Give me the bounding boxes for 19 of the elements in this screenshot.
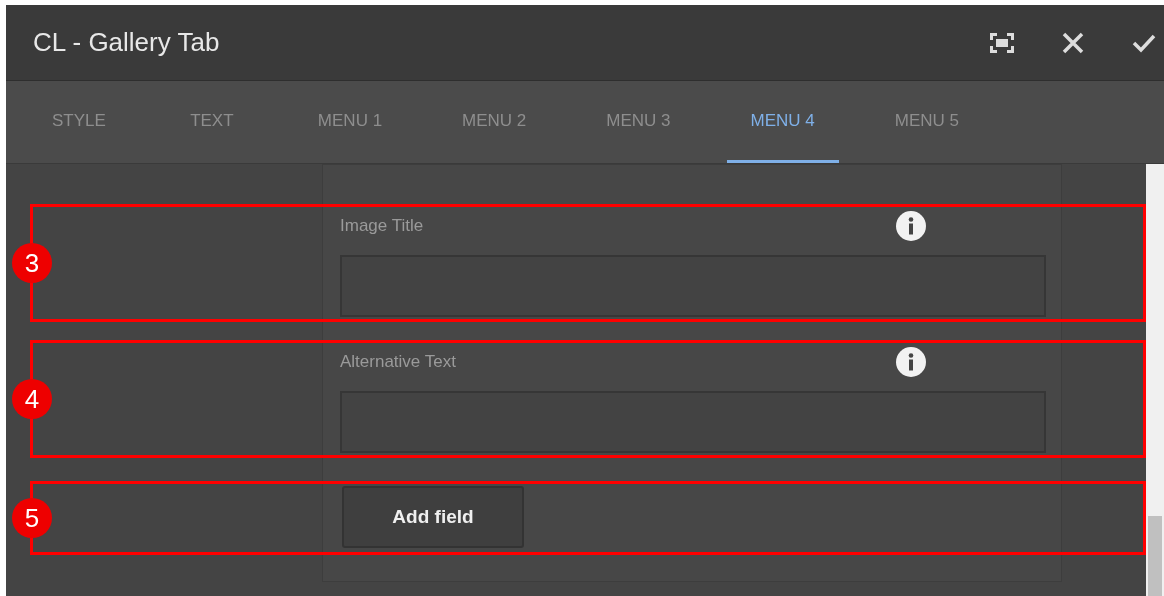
field-label: Image Title [340, 216, 424, 236]
tab[interactable]: STYLE [28, 81, 130, 163]
field-label: Alternative Text [340, 352, 456, 372]
close-icon[interactable] [1062, 31, 1084, 54]
tab[interactable]: MENU 1 [293, 81, 407, 163]
window-title: CL - Gallery Tab [33, 27, 220, 58]
fullscreen-icon[interactable] [990, 32, 1014, 53]
info-icon[interactable] [896, 347, 926, 377]
add-field-button[interactable]: Add field [342, 486, 524, 548]
info-icon[interactable] [896, 211, 926, 241]
scrollbar[interactable] [1146, 164, 1164, 596]
tab[interactable]: TEXT [161, 81, 262, 163]
tab[interactable]: MENU 3 [582, 81, 695, 163]
tab[interactable]: MENU 2 [438, 81, 551, 163]
callout-number: 5 [12, 498, 52, 538]
callout-number: 4 [12, 379, 52, 419]
tab[interactable]: MENU 5 [870, 81, 984, 163]
callout-number: 3 [12, 243, 52, 283]
check-icon[interactable] [1132, 32, 1156, 53]
